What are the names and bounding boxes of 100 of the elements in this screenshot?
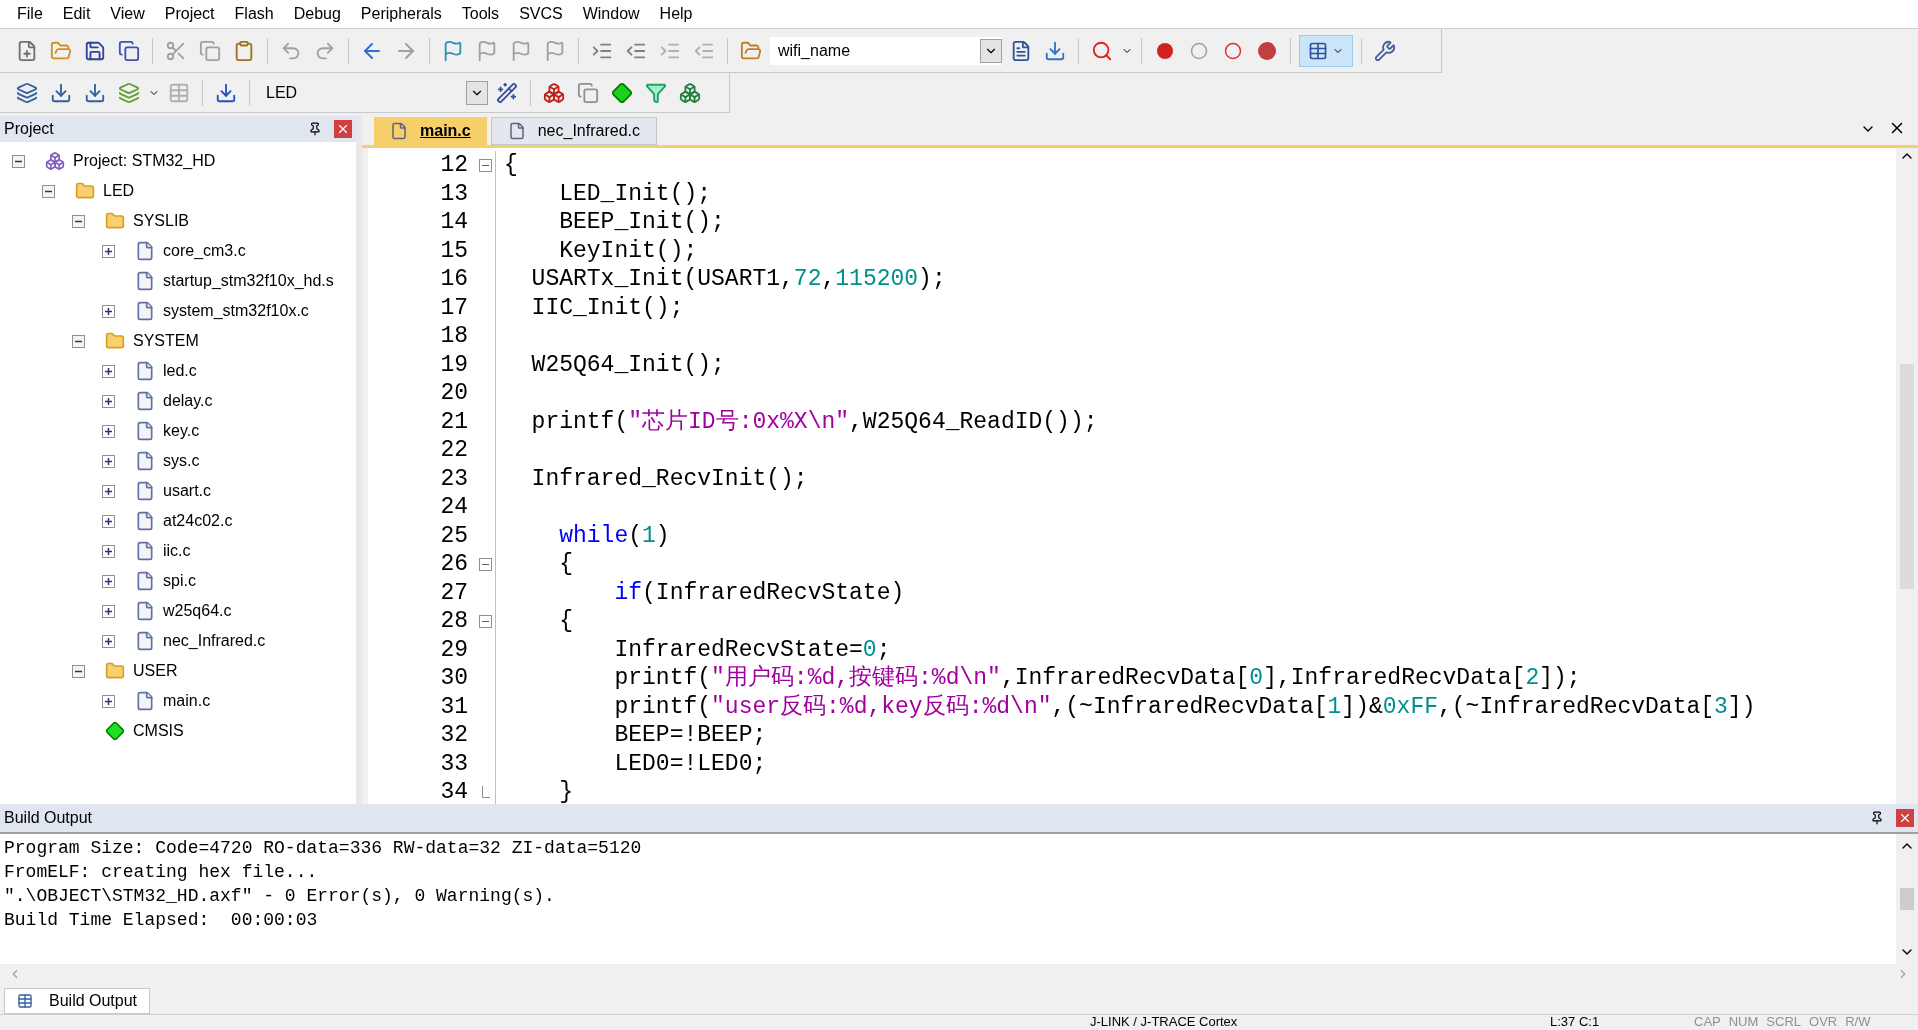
tree-item[interactable]: led.c	[163, 359, 197, 383]
project-icon	[45, 151, 65, 171]
code-line: LED0=!LED0;	[613, 749, 767, 779]
menu-item[interactable]: File	[8, 2, 52, 26]
expand-toggle[interactable]	[102, 484, 115, 498]
expand-toggle[interactable]	[102, 424, 115, 438]
find-combo[interactable]: wifi_name	[770, 36, 1002, 65]
status-position: L:37 C:1	[1550, 1015, 1601, 1029]
expand-toggle[interactable]	[102, 244, 115, 258]
line-number: 20	[439, 379, 469, 408]
code-line: BEEP=!BEEP;	[613, 721, 767, 750]
tree-item[interactable]: w25q64.c	[163, 599, 232, 623]
code-line: KeyInit();	[558, 236, 698, 266]
tree-item[interactable]: system_stm32f10x.c	[163, 299, 309, 323]
tree-item[interactable]: LED	[103, 179, 135, 203]
tree-item[interactable]: core_cm3.c	[163, 239, 246, 263]
window-layout-button[interactable]	[1299, 34, 1353, 67]
expand-toggle[interactable]	[102, 634, 115, 648]
tree-item[interactable]: USER	[133, 659, 178, 683]
pin-icon[interactable]	[308, 122, 322, 136]
menu-item[interactable]: Project	[155, 2, 224, 26]
fold-toggle[interactable]	[479, 557, 492, 571]
file-icon	[135, 391, 155, 411]
tree-item[interactable]: sys.c	[163, 449, 200, 473]
folder-icon	[105, 661, 125, 681]
expand-toggle[interactable]	[102, 694, 115, 708]
fold-toggle[interactable]	[479, 158, 492, 172]
tree-item[interactable]: CMSIS	[133, 719, 184, 743]
code-line: {	[503, 151, 518, 180]
line-number: 22	[439, 436, 469, 465]
vertical-scrollbar[interactable]	[1896, 148, 1918, 804]
collapse-toggle[interactable]	[72, 664, 85, 678]
component-icon	[105, 721, 125, 741]
editor-tab[interactable]: nec_Infrared.c	[490, 117, 657, 145]
collapse-toggle[interactable]	[72, 214, 85, 228]
tree-item[interactable]: at24c02.c	[163, 509, 233, 533]
code-line: BEEP_Init();	[558, 208, 725, 237]
file-icon	[135, 241, 155, 261]
line-number: 21	[439, 407, 469, 437]
code-line: }	[558, 778, 573, 804]
menu-item[interactable]: Window	[573, 2, 649, 26]
expand-toggle[interactable]	[102, 304, 115, 318]
expand-toggle[interactable]	[102, 394, 115, 408]
editor-tab[interactable]: main.c	[374, 117, 487, 145]
file-icon	[390, 122, 408, 140]
code-line: USARTx_Init(USART1,72,115200);	[530, 265, 946, 294]
menu-item[interactable]: SVCS	[510, 2, 572, 26]
file-icon	[135, 631, 155, 651]
tree-item[interactable]: iic.c	[163, 539, 191, 563]
line-number: 24	[439, 493, 469, 522]
vertical-scrollbar[interactable]	[1896, 834, 1918, 964]
tree-item[interactable]: usart.c	[163, 479, 211, 503]
expand-toggle[interactable]	[102, 604, 115, 618]
close-button[interactable]	[334, 120, 352, 138]
collapse-toggle[interactable]	[42, 184, 55, 198]
tree-item[interactable]: spi.c	[163, 569, 196, 593]
tree-item[interactable]: main.c	[163, 689, 211, 713]
line-number: 13	[439, 179, 469, 209]
expand-toggle[interactable]	[102, 364, 115, 378]
tree-item[interactable]: SYSTEM	[133, 329, 199, 353]
code-line: W25Q64_Init();	[530, 350, 725, 380]
file-icon	[135, 271, 155, 291]
menu-item[interactable]: Debug	[284, 2, 350, 26]
tree-item[interactable]: SYSLIB	[133, 209, 190, 233]
scroll-thumb[interactable]	[1900, 888, 1914, 910]
menu-item[interactable]: Edit	[53, 2, 100, 26]
panel-tab[interactable]: Build Output	[4, 988, 151, 1014]
output-line: Program Size: Code=4720 RO-data=336 RW-data=32 ZI-data=5120	[4, 837, 643, 860]
folder-icon	[105, 211, 125, 231]
tree-item[interactable]: key.c	[163, 419, 200, 443]
menu-item[interactable]: Flash	[225, 2, 283, 26]
file-icon	[507, 122, 526, 140]
line-number: 28	[439, 607, 469, 636]
tree-item[interactable]: nec_Infrared.c	[163, 629, 266, 653]
code-line: LED_Init();	[558, 179, 712, 209]
tree-item[interactable]: Project: STM32_HD	[73, 149, 216, 173]
status-debugger: J-LINK / J-TRACE Cortex	[1090, 1015, 1239, 1029]
panel-title: Project	[4, 119, 55, 139]
line-number: 14	[439, 208, 469, 237]
status-indicator: R/W	[1844, 1015, 1872, 1029]
expand-toggle[interactable]	[102, 574, 115, 588]
close-button[interactable]	[1896, 809, 1914, 827]
collapse-toggle[interactable]	[12, 154, 25, 168]
line-number: 33	[439, 749, 469, 779]
menu-item[interactable]: Help	[650, 2, 702, 26]
expand-toggle[interactable]	[102, 454, 115, 468]
target-combo[interactable]: LED	[258, 78, 488, 107]
file-icon	[135, 421, 155, 441]
menu-item[interactable]: Tools	[452, 2, 509, 26]
tree-item[interactable]: startup_stm32f10x_hd.s	[163, 269, 334, 293]
pin-icon[interactable]	[1870, 811, 1884, 825]
expand-toggle[interactable]	[102, 514, 115, 528]
line-number: 15	[439, 236, 469, 266]
collapse-toggle[interactable]	[72, 334, 85, 348]
code-line: printf("用户码:%d,按键码:%d\n",InfraredRecvData[0],InfraredRecvData[2]);	[613, 663, 1581, 693]
menu-item[interactable]: View	[101, 2, 154, 26]
expand-toggle[interactable]	[102, 544, 115, 558]
fold-toggle[interactable]	[479, 614, 492, 628]
tree-item[interactable]: delay.c	[163, 389, 213, 413]
menu-item[interactable]: Peripherals	[351, 2, 451, 26]
